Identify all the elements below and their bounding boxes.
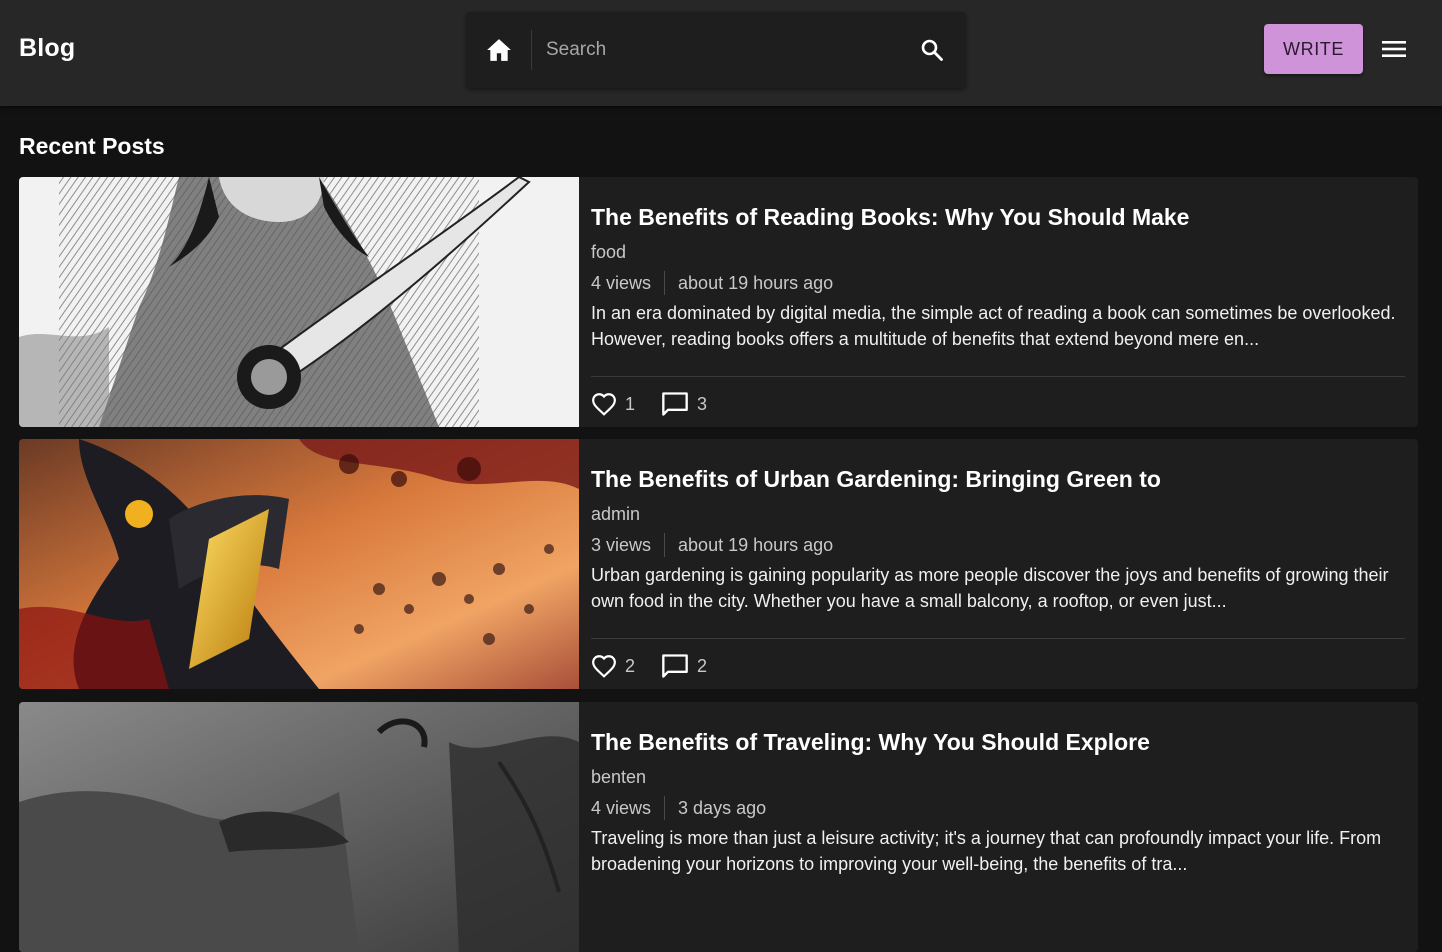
- comment-count: 2: [697, 655, 708, 676]
- menu-icon: [1382, 41, 1406, 57]
- card-divider: [591, 376, 1405, 377]
- post-author[interactable]: benten: [591, 767, 646, 788]
- menu-button[interactable]: [1380, 34, 1408, 64]
- post-excerpt: In an era dominated by digital media, th…: [591, 303, 1396, 349]
- post-views: 4 views: [591, 272, 652, 293]
- post-excerpt: Urban gardening is gaining popularity as…: [591, 565, 1389, 611]
- comment-outline-icon: [662, 392, 688, 416]
- post-content: The Benefits of Traveling: Why You Shoul…: [591, 702, 1405, 952]
- post-card[interactable]: The Benefits of Reading Books: Why You S…: [19, 177, 1418, 427]
- post-views: 3 views: [591, 534, 652, 555]
- post-content: The Benefits of Urban Gardening: Bringin…: [591, 439, 1405, 689]
- home-button[interactable]: [480, 32, 518, 68]
- meta-divider: [664, 271, 666, 295]
- post-author[interactable]: food: [591, 242, 626, 263]
- heart-outline-icon: [592, 393, 616, 416]
- search-input[interactable]: [546, 34, 876, 66]
- post-content: The Benefits of Reading Books: Why You S…: [591, 177, 1405, 427]
- post-thumbnail: [19, 177, 579, 427]
- post-meta: 4 views about 19 hours ago: [591, 271, 834, 295]
- post-thumbnail: [19, 439, 579, 689]
- search-button[interactable]: [914, 32, 950, 68]
- post-meta: 3 views about 19 hours ago: [591, 533, 834, 557]
- like-count: 2: [625, 655, 636, 676]
- post-time: 3 days ago: [678, 797, 767, 818]
- meta-divider: [664, 796, 666, 820]
- like-count: 1: [625, 393, 636, 414]
- post-actions: 2 2: [591, 652, 733, 680]
- comment-button[interactable]: 2: [661, 653, 707, 679]
- comment-outline-icon: [662, 654, 688, 678]
- write-button[interactable]: WRITE: [1264, 24, 1363, 74]
- brand-logo[interactable]: Blog: [19, 34, 75, 63]
- app-bar: Blog WRITE: [0, 0, 1442, 106]
- post-title[interactable]: The Benefits of Reading Books: Why You S…: [591, 204, 1405, 231]
- comment-count: 3: [697, 393, 708, 414]
- post-excerpt: Traveling is more than just a leisure ac…: [591, 828, 1382, 874]
- post-author[interactable]: admin: [591, 504, 640, 525]
- comment-button[interactable]: 3: [661, 391, 707, 417]
- post-title[interactable]: The Benefits of Traveling: Why You Shoul…: [591, 729, 1405, 756]
- search-bar: [466, 12, 966, 88]
- post-title[interactable]: The Benefits of Urban Gardening: Bringin…: [591, 466, 1405, 493]
- post-card[interactable]: The Benefits of Traveling: Why You Shoul…: [19, 702, 1418, 952]
- search-icon: [921, 39, 943, 61]
- like-button[interactable]: 1: [591, 392, 635, 416]
- post-thumbnail: [19, 702, 579, 952]
- post-views: 4 views: [591, 797, 652, 818]
- post-actions: 1 3: [591, 390, 733, 418]
- card-divider: [591, 638, 1405, 639]
- post-time: about 19 hours ago: [678, 272, 834, 293]
- meta-divider: [664, 533, 666, 557]
- section-title: Recent Posts: [19, 133, 165, 159]
- post-time: about 19 hours ago: [678, 534, 834, 555]
- heart-outline-icon: [592, 655, 616, 678]
- search-divider: [531, 30, 532, 70]
- post-card[interactable]: The Benefits of Urban Gardening: Bringin…: [19, 439, 1418, 689]
- post-meta: 4 views 3 days ago: [591, 796, 767, 820]
- home-icon: [487, 39, 511, 61]
- like-button[interactable]: 2: [591, 654, 635, 678]
